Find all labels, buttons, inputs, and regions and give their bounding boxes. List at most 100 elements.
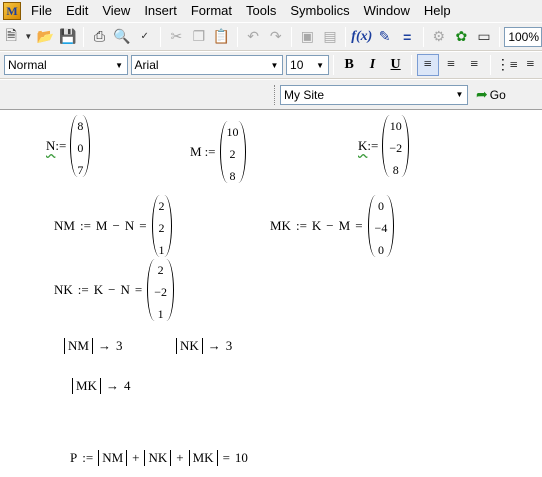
menu-format[interactable]: Format xyxy=(184,0,239,22)
menu-symbolics[interactable]: Symbolics xyxy=(283,0,356,22)
paste-icon[interactable]: 📋 xyxy=(211,26,232,48)
plus-op: + xyxy=(176,450,184,465)
matrix-cell: 8 xyxy=(392,163,399,177)
cut-icon[interactable]: ✂ xyxy=(166,26,187,48)
menu-view[interactable]: View xyxy=(95,0,137,22)
assign-op: := xyxy=(79,218,91,233)
align-across-icon[interactable]: ▣ xyxy=(297,26,318,48)
go-arrow-icon: ➦ xyxy=(476,86,488,102)
standard-toolbar: 🗎 ▼ 📂 💾 ⎙ 🔍 ✓ ✂ ❐ 📋 ↶ ↷ ▣ ▤ f(x) ✎ = ⚙ ✿… xyxy=(0,22,542,51)
result-value: 3 xyxy=(115,338,123,353)
font-select[interactable]: Arial ▼ xyxy=(130,55,284,75)
operand: N xyxy=(124,218,135,233)
symbolic-arrow: → xyxy=(207,338,221,353)
window-icon[interactable]: ▭ xyxy=(474,26,495,48)
menu-window[interactable]: Window xyxy=(357,0,417,22)
plus-op: + xyxy=(132,450,140,465)
align-left-icon[interactable]: ≡ xyxy=(417,54,439,76)
matrix-mk: 0 −4 0 xyxy=(367,195,395,257)
menu-insert[interactable]: Insert xyxy=(137,0,184,22)
toolbar-separator xyxy=(499,26,501,47)
operand: M xyxy=(338,218,351,233)
assign-op: := xyxy=(77,282,89,297)
region-abs-nm[interactable]: NM → 3 xyxy=(64,336,122,356)
insert-function-icon[interactable]: f(x) xyxy=(351,26,372,48)
copy-icon[interactable]: ❐ xyxy=(189,26,210,48)
matrix-cell: 8 xyxy=(229,169,236,183)
redo-icon[interactable]: ↷ xyxy=(265,26,286,48)
style-value: Normal xyxy=(8,58,47,72)
region-abs-nk[interactable]: NK → 3 xyxy=(176,336,232,356)
matrix-cell: 2 xyxy=(158,199,165,213)
matrix-k: 10 −2 8 xyxy=(382,115,410,177)
matrix-m: 10 2 8 xyxy=(219,121,246,183)
undo-icon[interactable]: ↶ xyxy=(243,26,264,48)
matrix-cell: 0 xyxy=(377,243,384,257)
region-p-definition[interactable]: P := NM + NK + MK = 10 xyxy=(70,448,248,468)
equals-op: = xyxy=(134,282,143,297)
component-icon[interactable]: ⚙ xyxy=(429,26,450,48)
bullet-list-icon[interactable]: ⋮≡ xyxy=(496,54,518,76)
region-m-definition[interactable]: M := 10 2 8 xyxy=(190,120,246,184)
operand: K xyxy=(93,282,104,297)
region-k-definition[interactable]: K := 10 −2 8 xyxy=(358,114,410,178)
toolbar-separator xyxy=(332,55,334,75)
toolbar-separator xyxy=(422,26,424,47)
matrix-cell: −2 xyxy=(389,141,403,155)
go-button[interactable]: ➦ Go xyxy=(476,86,506,103)
matrix-cell: 0 xyxy=(77,141,84,155)
abs-operand: NK xyxy=(176,338,203,354)
result-value: 4 xyxy=(123,378,131,393)
minus-op: − xyxy=(112,218,120,233)
italic-button[interactable]: I xyxy=(362,54,383,76)
var-name: NK xyxy=(54,282,73,297)
align-right-icon[interactable]: ≡ xyxy=(464,54,485,76)
region-nk-definition[interactable]: NK := K − N = 2 −2 1 xyxy=(54,258,174,322)
new-icon[interactable]: 🗎 xyxy=(1,26,22,48)
open-icon[interactable]: 📂 xyxy=(35,26,56,48)
region-mk-definition[interactable]: MK := K − M = 0 −4 0 xyxy=(270,194,395,258)
new-dropdown-icon[interactable]: ▼ xyxy=(24,26,33,48)
align-down-icon[interactable]: ▤ xyxy=(320,26,341,48)
app-icon[interactable]: M xyxy=(3,2,21,20)
var-name: NM xyxy=(54,218,75,233)
matrix-cell: −2 xyxy=(154,285,167,299)
zoom-select[interactable]: 100% xyxy=(504,26,542,47)
underline-button[interactable]: U xyxy=(385,54,406,76)
print-preview-icon[interactable]: 🔍 xyxy=(112,26,133,48)
region-n-definition[interactable]: N := 8 0 7 xyxy=(46,114,91,178)
resource-icon[interactable]: ✿ xyxy=(451,26,472,48)
region-abs-mk[interactable]: MK → 4 xyxy=(72,376,130,396)
matrix-cell: 8 xyxy=(77,119,84,133)
numbered-list-icon[interactable]: ≡ xyxy=(520,54,541,76)
abs-operand: MK xyxy=(188,450,218,466)
font-size-select[interactable]: 10 ▼ xyxy=(286,55,329,75)
matrix-cell: 7 xyxy=(77,163,84,177)
region-nm-definition[interactable]: NM := M − N = 2 2 1 xyxy=(54,194,172,258)
matrix-cell: −4 xyxy=(374,221,388,235)
equals-op: = xyxy=(355,218,363,233)
spell-check-icon[interactable]: ✓ xyxy=(134,26,155,48)
save-icon[interactable]: 💾 xyxy=(58,26,79,48)
operand: M xyxy=(95,218,108,233)
print-icon[interactable]: ⎙ xyxy=(89,26,110,48)
calculate-icon[interactable]: = xyxy=(397,26,418,48)
bold-button[interactable]: B xyxy=(339,54,360,76)
chevron-down-icon: ▼ xyxy=(270,60,279,70)
assign-op: := xyxy=(82,450,94,465)
style-select[interactable]: Normal ▼ xyxy=(4,55,128,75)
menu-edit[interactable]: Edit xyxy=(59,0,95,22)
menu-file[interactable]: File xyxy=(24,0,59,22)
matrix-nm: 2 2 1 xyxy=(151,195,172,257)
matrix-cell: 10 xyxy=(226,125,239,139)
menu-help[interactable]: Help xyxy=(417,0,458,22)
menu-tools[interactable]: Tools xyxy=(239,0,283,22)
insert-unit-icon[interactable]: ✎ xyxy=(374,26,395,48)
worksheet[interactable]: N := 8 0 7 M := 10 2 8 K := 10 −2 8 NM :… xyxy=(0,110,542,477)
align-center-icon[interactable]: ≡ xyxy=(441,54,462,76)
assign-op: := xyxy=(295,218,307,233)
site-select[interactable]: My Site ▼ xyxy=(280,84,468,105)
toolbar-grip[interactable] xyxy=(274,84,277,105)
var-name: M xyxy=(190,144,202,159)
font-value: Arial xyxy=(134,58,159,72)
